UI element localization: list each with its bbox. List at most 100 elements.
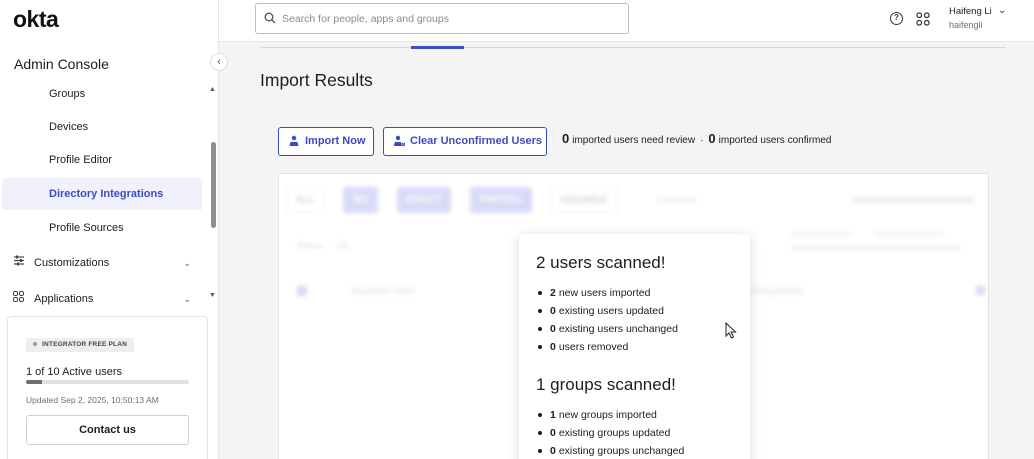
stat-text: existing groups updated bbox=[558, 427, 671, 439]
row-checkbox[interactable] bbox=[976, 286, 985, 295]
stat-text: users removed bbox=[558, 341, 629, 353]
review-text: imported users need review bbox=[572, 135, 696, 146]
show-label: Show bbox=[297, 241, 323, 252]
okta-logo[interactable]: okta bbox=[13, 6, 59, 33]
plan-card: INTEGRATOR FREE PLAN 1 of 10 Active user… bbox=[7, 316, 208, 459]
filter-tab-exact[interactable]: EXACT bbox=[397, 187, 451, 213]
placeholder-bar bbox=[791, 232, 851, 236]
status-dot-icon bbox=[33, 342, 37, 347]
filter-tab-partial[interactable]: PARTIAL bbox=[470, 187, 532, 213]
search-icon bbox=[264, 12, 276, 24]
list-item: 0 existing groups updated bbox=[537, 424, 684, 442]
list-item: 0 existing groups unchanged bbox=[537, 442, 685, 459]
filter-tab-label: ALL bbox=[295, 195, 316, 206]
plan-badge-label: INTEGRATOR FREE PLAN bbox=[42, 341, 128, 348]
collapse-sidebar-button[interactable]: ‹ bbox=[210, 53, 228, 71]
app-grid-icon[interactable] bbox=[916, 12, 930, 26]
sidebar-group-label: Applications bbox=[34, 293, 94, 305]
confirmed-text: imported users confirmed bbox=[718, 135, 832, 146]
sidebar-item-profile-editor[interactable]: Profile Editor bbox=[2, 144, 202, 176]
stat-count: 0 bbox=[550, 445, 556, 457]
placeholder-bar bbox=[852, 196, 974, 204]
placeholder-bar bbox=[791, 246, 961, 250]
active-users-progress-fill bbox=[26, 380, 43, 384]
sidebar-item-groups[interactable]: Groups bbox=[2, 78, 202, 110]
sidebar-item-label: Groups bbox=[49, 88, 86, 100]
filter-tab-label: IGNORED bbox=[560, 195, 607, 206]
groups-scanned-heading: 1 groups scanned! bbox=[536, 375, 676, 394]
list-item: 1 new groups imported bbox=[537, 406, 684, 424]
placeholder-bar bbox=[874, 232, 944, 236]
plan-badge: INTEGRATOR FREE PLAN bbox=[26, 338, 135, 352]
stat-count: 0 bbox=[550, 305, 556, 317]
plan-updated-text: Updated Sep 2, 2025, 10:50:13 AM bbox=[26, 395, 159, 405]
scroll-up-arrow-icon[interactable]: ▲ bbox=[209, 86, 216, 93]
filter-tab-ignored[interactable]: IGNORED bbox=[550, 187, 617, 213]
stat-text: new groups imported bbox=[558, 409, 657, 421]
user-name[interactable]: Haifeng Li bbox=[949, 6, 992, 17]
sidebar-group-customizations[interactable]: Customizations ⌄ bbox=[13, 251, 191, 275]
show-select[interactable]: 20 bbox=[337, 241, 348, 252]
list-item: 2 new users imported bbox=[538, 284, 678, 302]
list-item: 0 existing users updated bbox=[538, 302, 678, 320]
import-summary: 0 imported users need review · 0 imported us… bbox=[562, 131, 831, 146]
filter-tab-label: PARTIAL bbox=[479, 194, 523, 205]
stat-count: 1 bbox=[550, 409, 556, 421]
stat-count: 0 bbox=[550, 427, 556, 439]
grid-icon bbox=[13, 287, 27, 311]
question-circle-icon[interactable]: ? bbox=[890, 12, 903, 25]
list-item: 0 existing users unchanged bbox=[538, 320, 678, 338]
active-users-text: 1 of 10 Active users bbox=[26, 366, 122, 378]
groups-stats-list: 1 new groups imported 0 existing groups up… bbox=[537, 406, 685, 459]
sidebar-item-label: Profile Sources bbox=[49, 222, 124, 234]
import-now-button[interactable]: Import Now bbox=[278, 127, 374, 156]
chevron-down-icon: ⌄ bbox=[183, 294, 191, 304]
stat-count: 2 bbox=[550, 287, 556, 299]
clear-unconfirmed-users-button[interactable]: Clear Unconfirmed Users bbox=[383, 127, 547, 156]
users-stats-list: 2 new users imported 0 existing users upda… bbox=[538, 284, 678, 356]
person-clear-icon bbox=[393, 135, 405, 147]
user-login[interactable]: haifengli bbox=[949, 20, 983, 30]
scan-results-modal: 2 users scanned! 2 new users imported 0 ex… bbox=[519, 234, 750, 459]
placeholder-bar bbox=[657, 198, 697, 202]
top-bar: Search for people, apps and groups ? Hai… bbox=[219, 0, 1034, 42]
list-item: 0 users removed bbox=[538, 338, 678, 356]
sidebar-item-label: Profile Editor bbox=[49, 154, 112, 166]
select-all-checkbox[interactable] bbox=[297, 286, 307, 296]
stat-text: new users imported bbox=[558, 287, 651, 299]
mouse-cursor-icon bbox=[725, 322, 737, 339]
summary-separator: · bbox=[700, 135, 704, 146]
filter-tab-label: EXACT bbox=[407, 194, 441, 205]
active-users-progress bbox=[26, 380, 189, 384]
sidebar-item-directory-integrations[interactable]: Directory Integrations bbox=[2, 178, 202, 210]
sidebar-group-label: Customizations bbox=[34, 257, 110, 269]
console-title: Admin Console bbox=[14, 56, 109, 72]
review-count: 0 bbox=[562, 131, 570, 146]
stat-text: existing users unchanged bbox=[558, 323, 678, 335]
active-tab-indicator bbox=[411, 46, 464, 49]
column-header-assignment: Assignment bbox=[751, 286, 804, 297]
sidebar-item-profile-sources[interactable]: Profile Sources bbox=[2, 212, 202, 244]
filter-tab-no[interactable]: NO bbox=[343, 187, 378, 213]
sidebar-item-label: Directory Integrations bbox=[49, 188, 164, 200]
users-scanned-heading: 2 users scanned! bbox=[536, 253, 666, 272]
filter-tab-all[interactable]: ALL bbox=[287, 187, 324, 213]
sliders-icon bbox=[13, 251, 27, 275]
stat-text: existing groups unchanged bbox=[558, 445, 685, 457]
stat-count: 0 bbox=[550, 341, 556, 353]
chevron-down-icon[interactable]: ⌄ bbox=[998, 5, 1006, 16]
sidebar-group-applications[interactable]: Applications ⌄ bbox=[13, 287, 191, 311]
sidebar-item-devices[interactable]: Devices bbox=[2, 111, 202, 143]
scroll-down-arrow-icon[interactable]: ▼ bbox=[209, 292, 216, 299]
search-input[interactable]: Search for people, apps and groups bbox=[255, 3, 629, 34]
chevron-left-icon: ‹ bbox=[217, 56, 221, 68]
chevron-down-icon: ⌄ bbox=[183, 258, 191, 268]
tab-divider bbox=[260, 47, 1006, 48]
sidebar: okta Admin Console Groups Devices Profil… bbox=[0, 0, 219, 459]
stat-count: 0 bbox=[550, 323, 556, 335]
sidebar-scrollbar[interactable] bbox=[211, 142, 216, 228]
search-placeholder: Search for people, apps and groups bbox=[282, 13, 449, 25]
import-now-label: Import Now bbox=[305, 135, 366, 147]
sidebar-item-label: Devices bbox=[49, 121, 89, 133]
contact-us-button[interactable]: Contact us bbox=[26, 415, 189, 445]
